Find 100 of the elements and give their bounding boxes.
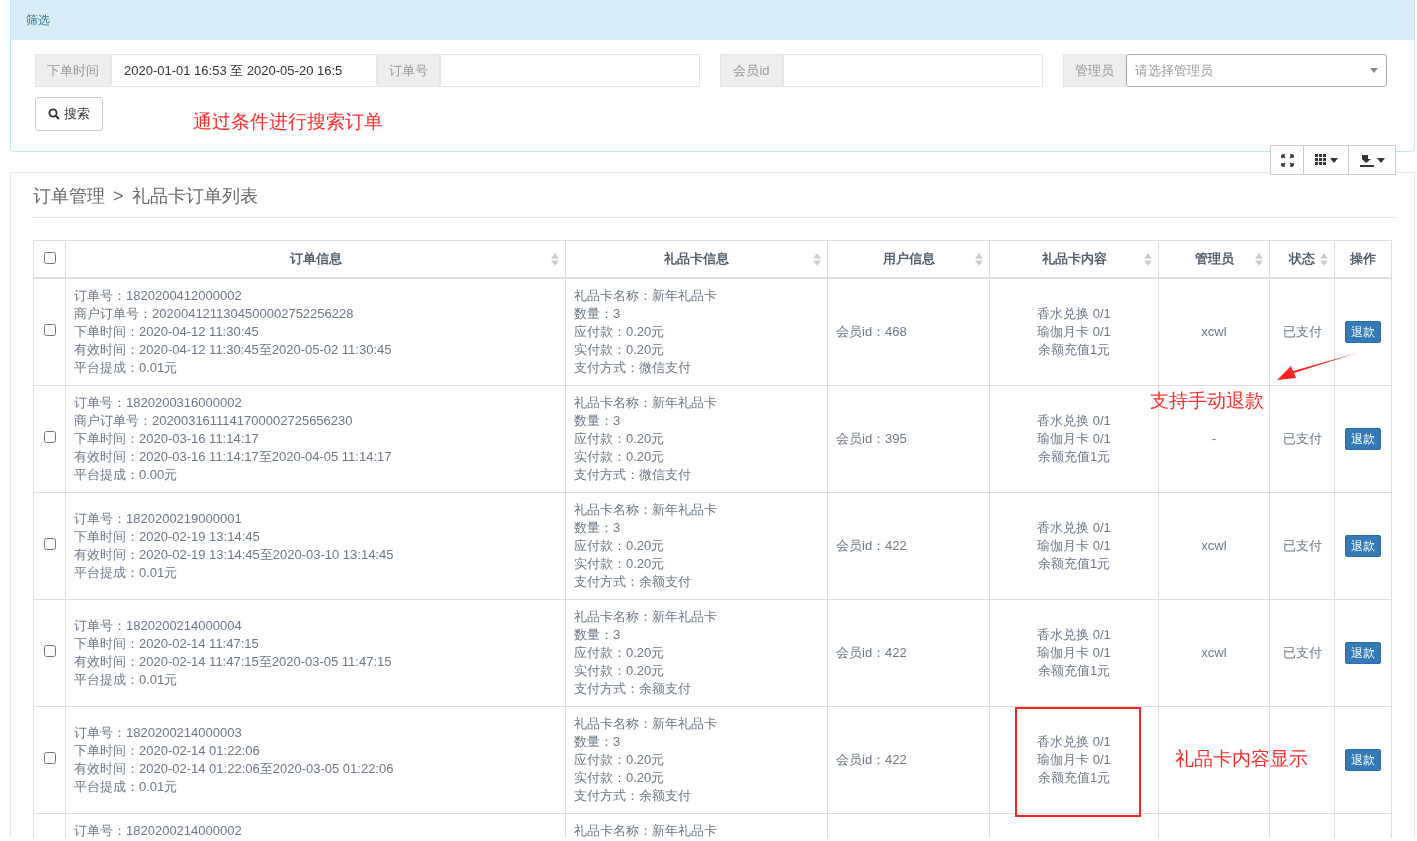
gift-card-detail: 应付款：0.20元 — [574, 751, 666, 769]
card-content-item: 余额充值1元 — [1036, 555, 1112, 573]
field-label: 下单时间 — [35, 54, 111, 87]
gift-card-detail: 数量：3 — [574, 305, 622, 323]
gift-card-detail: 支付方式：微信支付 — [574, 359, 692, 377]
gift-card-detail: 支付方式：微信支付 — [574, 466, 692, 484]
order-detail: 订单号：1820200214000004 — [74, 617, 243, 635]
annotation-text: 礼品卡内容显示 — [1175, 749, 1308, 768]
member-id: 会员id：468 — [836, 324, 907, 339]
gift-card-detail: 实付款：0.20元 — [574, 769, 666, 787]
gift-card-detail: 礼品卡名称：新年礼品卡 — [574, 287, 718, 305]
card-content-item: 瑜伽月卡 0/1 — [1036, 644, 1112, 662]
card-content-item: 瑜伽月卡 0/1 — [1036, 430, 1112, 448]
order-detail: 有效时间：2020-02-19 13:14:45至2020-03-10 13:14:45 — [74, 546, 395, 564]
gift-card-detail: 应付款：0.20元 — [574, 537, 666, 555]
column-header[interactable]: 礼品卡内容 — [1041, 251, 1107, 266]
refund-button[interactable]: 退款 — [1345, 642, 1381, 664]
order-detail: 平台提成：0.01元 — [74, 671, 179, 689]
column-header[interactable]: 礼品卡信息 — [664, 251, 729, 266]
refund-button[interactable]: 退款 — [1345, 749, 1381, 771]
column-header[interactable]: 操作 — [1350, 251, 1376, 266]
order-detail: 订单号：1820200412000002 — [74, 287, 243, 305]
table-cell: 已支付 — [1282, 645, 1322, 660]
table-cell: - — [1211, 431, 1217, 446]
order-detail: 平台提成：0.01元 — [74, 564, 179, 582]
order-detail: 平台提成：0.00元 — [74, 466, 179, 484]
gift-card-detail: 数量：3 — [574, 412, 622, 430]
gift-card-detail: 礼品卡名称：新年礼品卡 — [574, 394, 718, 412]
annotation-text: 支持手动退款 — [1150, 391, 1264, 410]
annotation-text: 通过条件进行搜索订单 — [193, 112, 383, 131]
order-detail: 平台提成：0.01元 — [74, 778, 179, 796]
search-button[interactable]: 搜索 — [35, 97, 103, 131]
order-detail: 平台提成：0.01元 — [74, 359, 179, 377]
order-detail: 订单号：1820200214000002 — [74, 822, 243, 838]
gift-card-detail: 实付款：0.20元 — [574, 341, 666, 359]
member-id: 会员id：395 — [836, 431, 907, 446]
breadcrumb-link[interactable]: 订单管理 — [33, 185, 105, 207]
card-content-item: 香水兑换 0/1 — [1036, 519, 1112, 537]
gift-card-detail: 礼品卡名称：新年礼品卡 — [574, 715, 718, 733]
card-content-item: 香水兑换 0/1 — [1036, 626, 1112, 644]
column-header[interactable]: 订单信息 — [289, 251, 342, 266]
card-content-item: 余额充值1元 — [1036, 769, 1112, 787]
order-detail: 下单时间：2020-04-12 11:30:45 — [74, 323, 260, 341]
order-detail: 有效时间：2020-02-14 11:47:15至2020-03-05 11:47:15 — [74, 653, 393, 671]
gift-card-detail: 礼品卡名称：新年礼品卡 — [574, 822, 718, 838]
breadcrumb-current: 礼品卡订单列表 — [131, 185, 258, 207]
refund-button[interactable]: 退款 — [1345, 428, 1381, 450]
gift-card-detail: 礼品卡名称：新年礼品卡 — [574, 608, 718, 626]
gift-card-detail: 实付款：0.20元 — [574, 448, 666, 466]
gift-card-detail: 应付款：0.20元 — [574, 430, 666, 448]
card-content-item: 香水兑换 0/1 — [1036, 412, 1112, 430]
gift-card-detail: 实付款：0.20元 — [574, 555, 666, 573]
order-detail: 订单号：1820200214000003 — [74, 724, 243, 742]
table-cell: 已支付 — [1282, 538, 1322, 553]
column-header[interactable]: 用户信息 — [882, 251, 935, 266]
gift-card-detail: 数量：3 — [574, 519, 622, 537]
field-label: 会员id — [720, 54, 783, 87]
gift-card-detail: 支付方式：余额支付 — [574, 573, 692, 591]
field-label: 订单号 — [377, 54, 440, 87]
order-detail: 有效时间：2020-04-12 11:30:45至2020-05-02 11:30:45 — [74, 341, 393, 359]
order-detail: 下单时间：2020-02-19 13:14:45 — [74, 528, 261, 546]
order-detail: 商户订单号：2020041211304500002752256228 — [74, 305, 355, 323]
gift-card-detail: 礼品卡名称：新年礼品卡 — [574, 501, 718, 519]
field-label: 管理员 — [1063, 54, 1126, 87]
gift-card-detail: 数量：3 — [574, 733, 622, 751]
input-field[interactable]: 2020-01-01 16:53 至 2020-05-20 16:5 — [111, 54, 377, 87]
gift-card-detail: 支付方式：余额支付 — [574, 680, 692, 698]
table-cell: xcwl — [1201, 538, 1227, 553]
card-content-item: 余额充值1元 — [1036, 662, 1112, 680]
card-content-item: 瑜伽月卡 0/1 — [1036, 537, 1112, 555]
order-detail: 有效时间：2020-02-14 01:22:06至2020-03-05 01:22:06 — [74, 760, 395, 778]
column-header[interactable]: 状态 — [1289, 251, 1315, 266]
refund-button[interactable]: 退款 — [1345, 535, 1381, 557]
table-cell: xcwl — [1201, 324, 1227, 339]
breadcrumb-separator: > — [113, 185, 124, 207]
card-content-item: 香水兑换 0/1 — [1036, 305, 1112, 323]
order-detail: 下单时间：2020-02-14 11:47:15 — [74, 635, 260, 653]
refund-button[interactable]: 退款 — [1345, 321, 1381, 343]
member-id: 会员id：422 — [836, 538, 907, 553]
order-detail: 下单时间：2020-03-16 11:14:17 — [74, 430, 260, 448]
gift-card-detail: 应付款：0.20元 — [574, 323, 666, 341]
table-cell: 已支付 — [1282, 431, 1322, 446]
panel-title: 筛选 — [26, 11, 50, 29]
card-content-item: 瑜伽月卡 0/1 — [1036, 323, 1112, 341]
card-content-item: 瑜伽月卡 0/1 — [1036, 751, 1112, 769]
gift-card-detail: 应付款：0.20元 — [574, 644, 666, 662]
gift-card-detail: 数量：3 — [574, 626, 622, 644]
member-id: 会员id：422 — [836, 752, 907, 767]
order-detail: 订单号：1820200219000001 — [74, 510, 243, 528]
table-cell: xcwl — [1201, 645, 1227, 660]
gift-card-detail: 实付款：0.20元 — [574, 662, 666, 680]
gift-card-detail: 支付方式：余额支付 — [574, 787, 692, 805]
order-detail: 有效时间：2020-03-16 11:14:17至2020-04-05 11:14:17 — [74, 448, 393, 466]
column-header[interactable]: 管理员 — [1194, 251, 1234, 266]
table-cell: 已支付 — [1282, 324, 1322, 339]
order-detail: 订单号：1820200316000002 — [74, 394, 243, 412]
order-detail: 商户订单号：2020031611141700002725656230 — [74, 412, 354, 430]
card-content-item: 余额充值1元 — [1036, 448, 1112, 466]
member-id: 会员id：422 — [836, 645, 907, 660]
card-content-item: 香水兑换 0/1 — [1036, 733, 1112, 751]
